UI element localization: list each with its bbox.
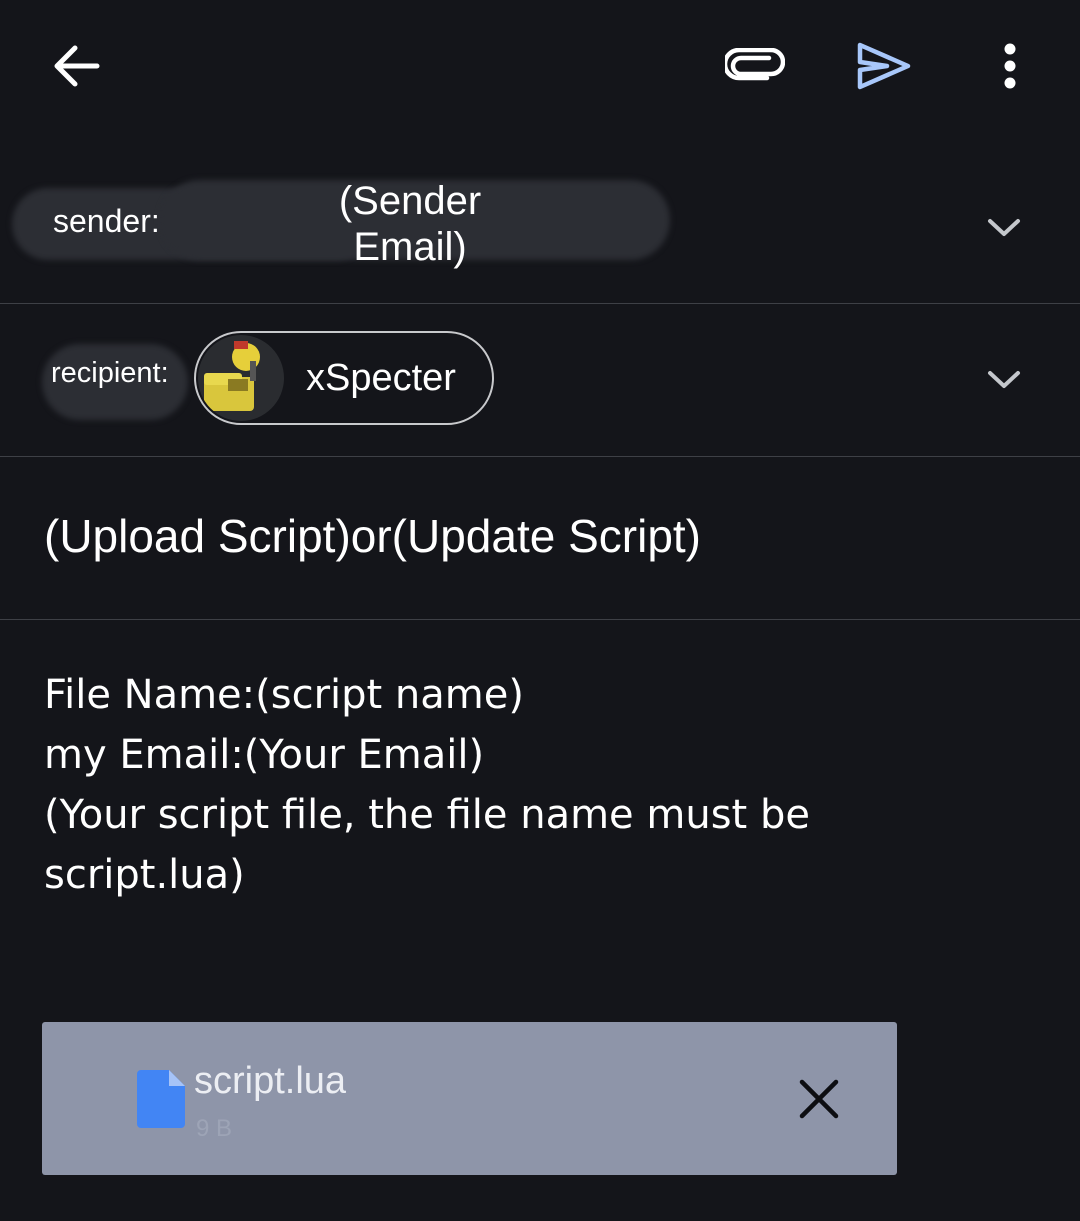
to-label: recipient:	[51, 357, 169, 389]
more-options-button[interactable]	[982, 36, 1038, 96]
message-body[interactable]: File Name:(script name) my Email:(Your E…	[44, 665, 1004, 905]
back-button[interactable]	[40, 36, 112, 96]
body-line: script.lua)	[44, 852, 245, 898]
from-expand-button[interactable]	[982, 205, 1026, 249]
chevron-down-icon	[988, 371, 1020, 388]
file-icon	[137, 1070, 185, 1128]
recipient-name: xSpecter	[306, 356, 456, 399]
body-line: File Name:(script name)	[44, 672, 524, 718]
avatar	[198, 335, 284, 421]
from-label: sender:	[53, 203, 160, 239]
to-field[interactable]: recipient: xSpecter	[0, 304, 1080, 457]
chevron-down-icon	[988, 219, 1020, 236]
sender-email-line: Email)	[353, 225, 467, 269]
paperclip-icon	[725, 48, 785, 81]
subject-input[interactable]: (Upload Script)or(Update Script)	[44, 509, 701, 563]
close-icon	[799, 1079, 839, 1119]
body-line: (Your script file, the file name must be	[44, 792, 810, 838]
compose-toolbar	[0, 0, 1080, 130]
send-button[interactable]	[848, 36, 920, 96]
recipient-chip[interactable]: xSpecter	[194, 331, 494, 425]
more-vertical-icon	[1004, 43, 1016, 89]
attachment-size: 9 B	[196, 1115, 233, 1142]
attachment-card[interactable]: script.lua 9 B	[42, 1022, 897, 1175]
remove-attachment-button[interactable]	[794, 1074, 844, 1124]
body-line: my Email:(Your Email)	[44, 732, 485, 778]
from-field[interactable]: sender: (Sender Email)	[0, 150, 1080, 304]
arrow-left-icon	[54, 45, 100, 87]
attach-button[interactable]	[715, 36, 795, 96]
send-icon	[857, 42, 911, 90]
to-expand-button[interactable]	[982, 357, 1026, 401]
sender-email-line: (Sender	[338, 179, 482, 223]
sender-email: (Sender Email)	[330, 178, 490, 270]
subject-field: (Upload Script)or(Update Script)	[0, 457, 1080, 620]
attachment-name: script.lua	[194, 1060, 347, 1102]
